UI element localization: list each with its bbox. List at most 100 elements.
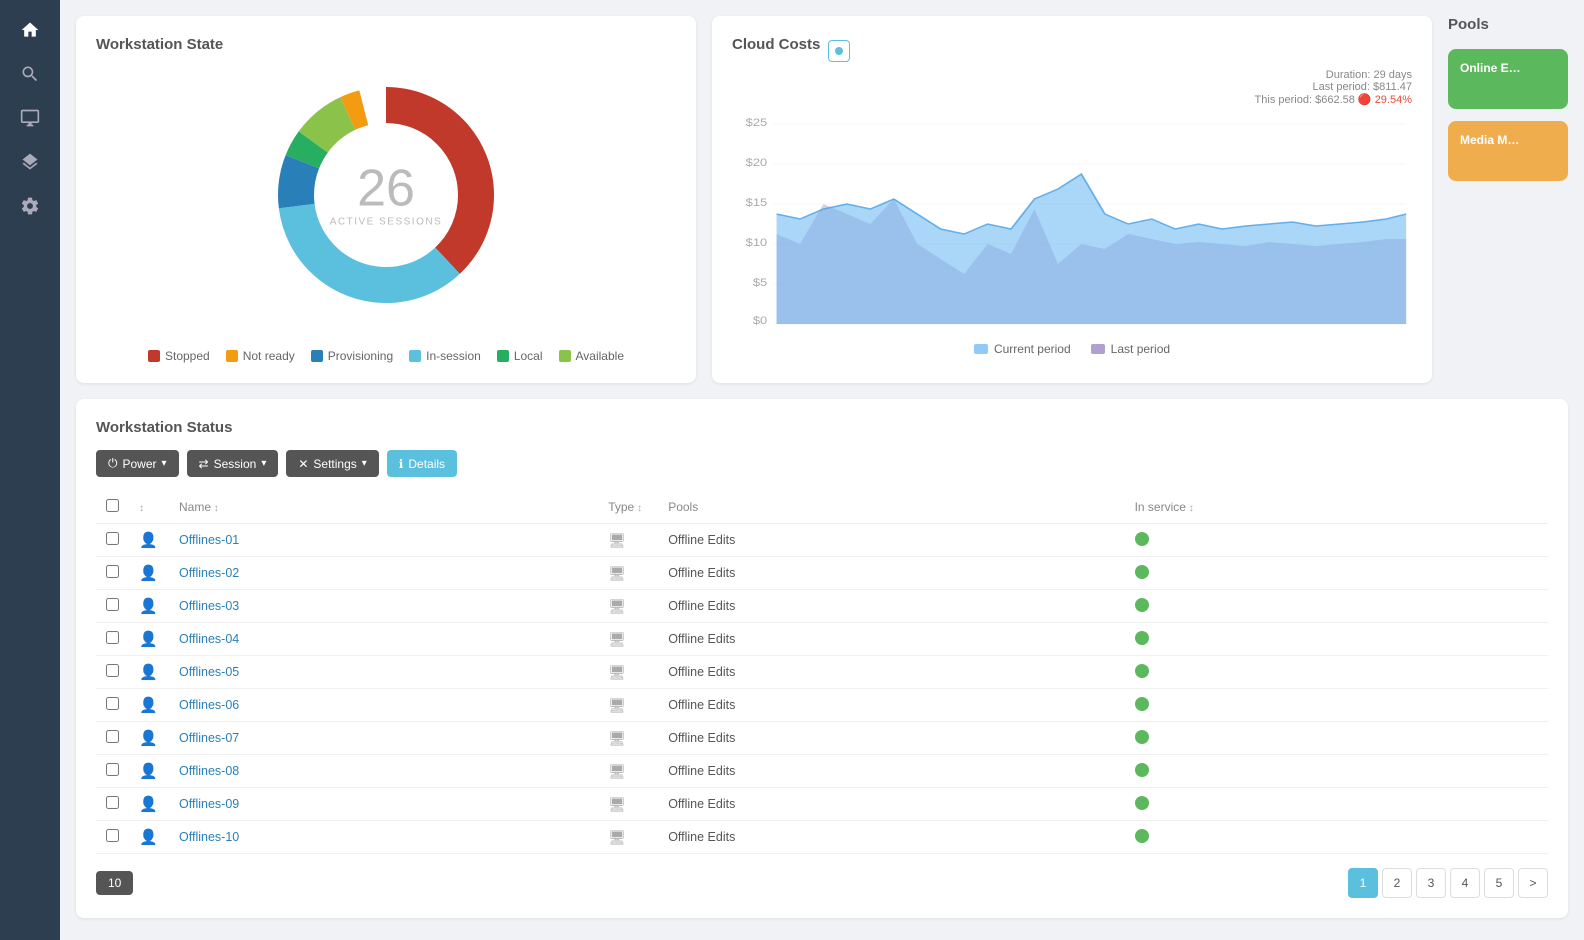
row-type-0: 🖥 (598, 524, 658, 557)
details-label: Details (408, 457, 445, 471)
svg-text:$25: $25 (746, 116, 768, 129)
row-in-service-1 (1125, 557, 1548, 590)
row-type-5: 🖥 (598, 689, 658, 722)
row-pool-3: Offline Edits (658, 623, 1124, 656)
sidebar-item-search[interactable] (10, 54, 50, 94)
row-pool-2: Offline Edits (658, 590, 1124, 623)
user-icon-6: 👤 (139, 730, 158, 747)
user-icon-1: 👤 (139, 565, 158, 582)
power-icon: ⏻ (108, 456, 118, 471)
user-icon-9: 👤 (139, 829, 158, 846)
sidebar-item-home[interactable] (10, 10, 50, 50)
table-footer: 10 1 2 3 4 5 > (96, 868, 1548, 898)
session-button[interactable]: ⇄ Session (187, 450, 279, 477)
row-checkbox-3[interactable] (106, 631, 119, 644)
settings-button[interactable]: ✕ Settings (286, 450, 378, 477)
power-button[interactable]: ⏻ Power (96, 450, 179, 477)
row-name-8: Offlines-09 (169, 788, 598, 821)
row-name-2: Offlines-03 (169, 590, 598, 623)
page-2-button[interactable]: 2 (1382, 868, 1412, 898)
monitor-icon-5: 🖥 (608, 697, 626, 713)
workstation-legend: Stopped Not ready Provisioning In-sessio… (148, 349, 624, 363)
row-type-4: 🖥 (598, 656, 658, 689)
row-user-icon-8: 👤 (129, 788, 169, 821)
row-name-1: Offlines-02 (169, 557, 598, 590)
cloud-costs-toggle-btn[interactable] (828, 40, 850, 62)
page-next-button[interactable]: > (1518, 868, 1548, 898)
page-5-button[interactable]: 5 (1484, 868, 1514, 898)
row-type-7: 🖥 (598, 755, 658, 788)
row-checkbox-cell-1 (96, 557, 129, 590)
page-1-button[interactable]: 1 (1348, 868, 1378, 898)
table-row: 👤 Offlines-07 🖥 Offline Edits (96, 722, 1548, 755)
row-checkbox-0[interactable] (106, 532, 119, 545)
row-type-3: 🖥 (598, 623, 658, 656)
session-label: Session (214, 457, 257, 471)
chart-legend: Current period Last period (732, 342, 1412, 356)
pool-media-m[interactable]: Media M… (1448, 121, 1568, 181)
table-row: 👤 Offlines-03 🖥 Offline Edits (96, 590, 1548, 623)
row-type-1: 🖥 (598, 557, 658, 590)
in-service-dot-2 (1135, 598, 1149, 612)
row-checkbox-5[interactable] (106, 697, 119, 710)
table-row: 👤 Offlines-06 🖥 Offline Edits (96, 689, 1548, 722)
details-button[interactable]: ℹ Details (387, 450, 457, 477)
header-in-service[interactable]: In service (1125, 491, 1548, 524)
row-pool-7: Offline Edits (658, 755, 1124, 788)
settings-label: Settings (313, 457, 356, 471)
row-checkbox-1[interactable] (106, 565, 119, 578)
chart-legend-current: Current period (974, 342, 1071, 356)
power-label: Power (123, 457, 157, 471)
row-type-9: 🖥 (598, 821, 658, 854)
table-row: 👤 Offlines-08 🖥 Offline Edits (96, 755, 1548, 788)
page-4-button[interactable]: 4 (1450, 868, 1480, 898)
page-3-button[interactable]: 3 (1416, 868, 1446, 898)
pool-online-edits[interactable]: Online E… (1448, 49, 1568, 109)
row-user-icon-3: 👤 (129, 623, 169, 656)
header-sort-icon[interactable] (129, 491, 169, 524)
legend-dot-provisioning (311, 350, 323, 362)
duration-value: 29 days (1373, 69, 1412, 81)
workstation-state-title: Workstation State (96, 36, 676, 53)
sidebar-item-monitor[interactable] (10, 98, 50, 138)
cloud-costs-header: Cloud Costs (732, 36, 1412, 65)
row-in-service-7 (1125, 755, 1548, 788)
legend-last-label: Last period (1111, 342, 1170, 356)
table-row: 👤 Offlines-02 🖥 Offline Edits (96, 557, 1548, 590)
select-all-checkbox[interactable] (106, 499, 119, 512)
legend-dot-not-ready (226, 350, 238, 362)
monitor-icon-9: 🖥 (608, 829, 626, 845)
row-type-2: 🖥 (598, 590, 658, 623)
row-checkbox-9[interactable] (106, 829, 119, 842)
page-size-button[interactable]: 10 (96, 871, 133, 895)
workstation-status-card: Workstation Status ⏻ Power ⇄ Session ✕ S… (76, 399, 1568, 918)
row-checkbox-cell-5 (96, 689, 129, 722)
workstation-table: Name Type Pools In service 👤 Offlines-01… (96, 491, 1548, 854)
sidebar-item-layers[interactable] (10, 142, 50, 182)
chart-legend-last: Last period (1091, 342, 1170, 356)
monitor-icon-1: 🖥 (608, 565, 626, 581)
svg-text:$10: $10 (746, 236, 768, 249)
header-type[interactable]: Type (598, 491, 658, 524)
row-name-6: Offlines-07 (169, 722, 598, 755)
monitor-icon-4: 🖥 (608, 664, 626, 680)
header-name[interactable]: Name (169, 491, 598, 524)
toolbar: ⏻ Power ⇄ Session ✕ Settings ℹ Details (96, 450, 1548, 477)
row-checkbox-2[interactable] (106, 598, 119, 611)
in-service-dot-4 (1135, 664, 1149, 678)
row-checkbox-6[interactable] (106, 730, 119, 743)
cloud-costs-card: Cloud Costs Duration: 29 days Last perio… (712, 16, 1432, 383)
row-checkbox-7[interactable] (106, 763, 119, 776)
row-checkbox-8[interactable] (106, 796, 119, 809)
legend-dot-in-session (409, 350, 421, 362)
in-service-dot-6 (1135, 730, 1149, 744)
sidebar-item-settings[interactable] (10, 186, 50, 226)
row-pool-4: Offline Edits (658, 656, 1124, 689)
row-checkbox-4[interactable] (106, 664, 119, 677)
monitor-icon-3: 🖥 (608, 631, 626, 647)
cloud-costs-meta: Duration: 29 days Last period: $811.47 T… (732, 69, 1412, 106)
row-checkbox-cell-2 (96, 590, 129, 623)
table-body: 👤 Offlines-01 🖥 Offline Edits 👤 Offlines… (96, 524, 1548, 854)
legend-available: Available (559, 349, 624, 363)
legend-label-not-ready: Not ready (243, 349, 295, 363)
